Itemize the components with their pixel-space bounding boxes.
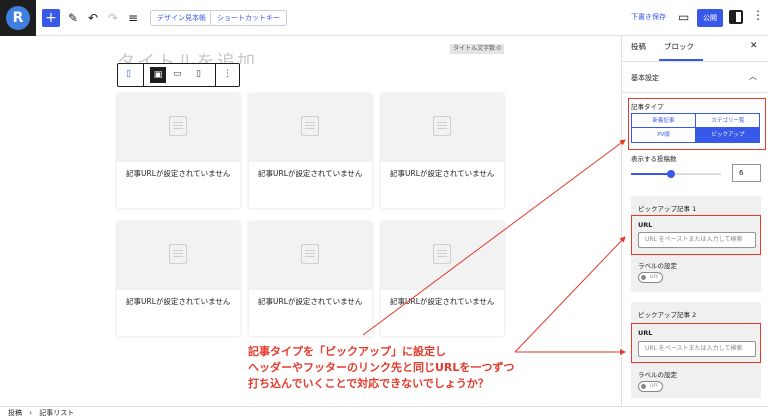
card-message: 記事URLが設定されていません	[390, 297, 495, 306]
annotation-line: 打ち込んでいくことで対応できないでしょうか？	[248, 377, 489, 390]
logo-letter: R	[6, 6, 30, 30]
tab-block[interactable]: ブロック	[664, 40, 694, 54]
pickup-2-title: ピックアップ記事 2	[638, 311, 697, 319]
label-setting-text: ラベルの設定	[638, 262, 677, 270]
annotation-line: ヘッダーやフッターのリンク先と同じURLを一つずつ	[248, 361, 515, 374]
tab-post[interactable]: 投稿	[631, 40, 646, 54]
block-toolbar: ▯ ▣ ▭ ▯ ⋮	[117, 63, 240, 87]
card-message: 記事URLが設定されていません	[390, 169, 495, 178]
url-label: URL	[638, 221, 653, 229]
card-thumbnail	[249, 222, 372, 290]
post-title-placeholder[interactable]: タイトルを追加	[117, 48, 257, 64]
card-thumbnail	[117, 94, 240, 162]
card-thumbnail	[249, 94, 372, 162]
chevron-up-icon[interactable]: ︿	[749, 71, 757, 82]
title-count-badge: タイトル文字数:0	[450, 44, 504, 54]
annotation-line: 記事タイプを「ピックアップ」に設定し	[248, 345, 446, 358]
redo-icon[interactable]: ↷	[108, 9, 118, 27]
pencil-icon[interactable]: ✎	[68, 9, 78, 27]
display-count-label: 表示する投稿数	[631, 155, 677, 163]
card-message: 記事URLが設定されていません	[126, 169, 231, 178]
slider-handle[interactable]	[667, 170, 675, 178]
breadcrumb-post[interactable]: 投稿	[8, 409, 22, 417]
article-card[interactable]: 記事URLが設定されていません	[249, 222, 372, 336]
label-toggle[interactable]: OFF	[638, 272, 663, 283]
article-card[interactable]: 記事URLが設定されていません	[117, 222, 240, 336]
image-placeholder-icon	[169, 116, 187, 136]
card-message: 記事URLが設定されていません	[126, 297, 231, 306]
type-option-pickup[interactable]: ピックアップ	[696, 128, 760, 142]
article-type-label: 記事タイプ	[631, 103, 664, 111]
url-label: URL	[638, 329, 653, 337]
publish-button[interactable]: 公開	[697, 9, 723, 27]
design-book-button[interactable]: デザイン見本帳	[150, 10, 213, 26]
article-card[interactable]: 記事URLが設定されていません	[381, 222, 504, 336]
breadcrumb-separator: ›	[29, 409, 33, 417]
desktop-icon[interactable]: ▭	[173, 69, 182, 79]
breadcrumb: 投稿 › 記事リスト	[0, 406, 768, 420]
shortcut-keys-button[interactable]: ショートカットキー	[210, 10, 287, 26]
add-block-button[interactable]: +	[42, 9, 60, 27]
document-icon: ▯	[126, 69, 131, 79]
toggle-off-text: OFF	[650, 275, 659, 280]
type-option-new[interactable]: 新着記事	[632, 114, 696, 128]
settings-sidebar-toggle-icon[interactable]	[729, 10, 743, 24]
image-placeholder-icon	[169, 244, 187, 264]
editor-top-bar: R + ✎ ↶ ↷ ≡ デザイン見本帳 ショートカットキー 下書き保存 ▭ 公開…	[0, 0, 768, 36]
site-logo[interactable]: R	[0, 0, 36, 36]
annotation-text: 記事タイプを「ピックアップ」に設定し ヘッダーやフッターのリンク先と同じURLを…	[248, 344, 514, 392]
image-placeholder-icon	[433, 244, 451, 264]
pickup-1-title: ピックアップ記事 1	[638, 205, 697, 213]
image-placeholder-icon	[301, 116, 319, 136]
close-icon[interactable]: ✕	[750, 41, 758, 51]
image-placeholder-icon	[433, 116, 451, 136]
settings-sidebar: 投稿 ブロック ✕ 基本設定 ︿ 記事タイプ 新着記事 カテゴリー覧 PV順 ピ…	[621, 36, 768, 406]
type-option-category[interactable]: カテゴリー覧	[696, 114, 760, 128]
divider	[622, 61, 768, 62]
label-setting-text: ラベルの設定	[638, 371, 677, 379]
pickup-1-url-input[interactable]: URL をペーストまたは入力して検索	[638, 232, 756, 248]
card-thumbnail	[117, 222, 240, 290]
block-options-icon[interactable]: ⋮	[223, 69, 232, 79]
all-devices-icon[interactable]: ▣	[150, 67, 166, 83]
display-count-input[interactable]: 6	[732, 164, 761, 182]
list-view-icon[interactable]: ≡	[128, 9, 138, 27]
type-option-pv[interactable]: PV順	[632, 128, 696, 142]
slider-fill	[631, 173, 671, 175]
card-thumbnail	[381, 94, 504, 162]
card-message: 記事URLが設定されていません	[258, 169, 363, 178]
article-card[interactable]: 記事URLが設定されていません	[381, 94, 504, 208]
image-placeholder-icon	[301, 244, 319, 264]
breadcrumb-article-list[interactable]: 記事リスト	[39, 409, 74, 417]
save-draft-button[interactable]: 下書き保存	[631, 12, 666, 22]
card-message: 記事URLが設定されていません	[258, 297, 363, 306]
toggle-off-text: OFF	[650, 384, 659, 389]
device-switcher: ▣ ▭ ▯	[144, 64, 216, 86]
label-toggle[interactable]: OFF	[638, 381, 663, 392]
undo-icon[interactable]: ↶	[88, 9, 98, 27]
article-card[interactable]: 記事URLが設定されていません	[117, 94, 240, 208]
preview-device-icon[interactable]: ▭	[678, 8, 689, 26]
card-thumbnail	[381, 222, 504, 290]
panel-title[interactable]: 基本設定	[631, 73, 659, 83]
block-type-button[interactable]: ▯	[118, 64, 144, 86]
mobile-icon[interactable]: ▯	[196, 69, 201, 79]
article-card[interactable]: 記事URLが設定されていません	[249, 94, 372, 208]
options-kebab-icon[interactable]: ⋮	[752, 8, 764, 22]
divider	[622, 92, 768, 93]
pickup-2-url-input[interactable]: URL をペーストまたは入力して検索	[638, 341, 756, 357]
article-type-selector: 新着記事 カテゴリー覧 PV順 ピックアップ	[631, 113, 760, 143]
